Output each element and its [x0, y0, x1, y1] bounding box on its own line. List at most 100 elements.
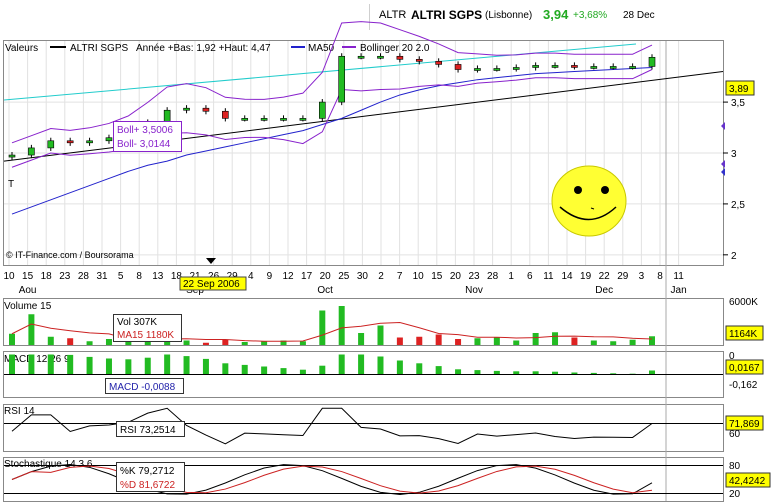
candle-body [415, 59, 423, 62]
candle-body [512, 67, 520, 70]
x-tick-label: 10 [413, 271, 425, 282]
volume-ymax: 6000K [729, 297, 758, 308]
x-tick-label: 18 [41, 271, 53, 282]
x-tick-label: 28 [78, 271, 90, 282]
volume-bar [67, 338, 74, 345]
volume-title: Volume 15 [4, 301, 52, 312]
candle-body [493, 68, 501, 71]
bollinger-upper-line [11, 21, 653, 144]
macd-bar [455, 369, 462, 375]
candle-body [47, 140, 55, 149]
x-tick-label: 4 [248, 271, 254, 282]
candle-body [183, 107, 190, 111]
volume-bar [610, 341, 617, 345]
candle-body [396, 55, 404, 60]
candle-body [474, 68, 481, 71]
candle-body [571, 65, 578, 68]
x-month-label: Oct [317, 285, 333, 296]
volume-bar [299, 341, 306, 345]
macd-bar [299, 369, 306, 375]
x-tick-label: 28 [487, 271, 499, 282]
x-month-label: Dec [595, 285, 613, 296]
x-tick-label: 3 [639, 271, 645, 282]
volume-bar [493, 337, 500, 345]
macd-bar [47, 354, 54, 375]
volume-ma15-value: MA15 1180K [117, 330, 174, 341]
x-month-label: Nov [465, 285, 483, 296]
candle-body [222, 110, 229, 119]
candle-body [28, 147, 35, 156]
x-tick-label: 6 [527, 271, 533, 282]
candle-body [377, 55, 384, 59]
volume-current-value: 1164K [729, 329, 758, 340]
candle-body [280, 118, 287, 121]
stoch-d-value: %D 81,6722 [120, 480, 175, 491]
candle-body [260, 118, 268, 121]
volume-bar [552, 332, 559, 345]
chart-credit: © IT-Finance.com / Boursorama [6, 250, 134, 260]
trend-line-lower [3, 71, 724, 162]
chart-canvas: Valeurs ALTRI SGPS Année +Bas: 1,92 +Hau… [3, 21, 771, 502]
volume-bar [455, 339, 462, 345]
x-month-label: Jan [671, 285, 687, 296]
x-tick-label: 1 [508, 271, 514, 282]
volume-bar [9, 333, 15, 345]
stoch-y80: 80 [729, 461, 741, 472]
candle-body [609, 66, 617, 69]
candle-body [299, 118, 307, 121]
trend-marker-label: T [8, 179, 14, 190]
x-tick-label: 8 [136, 271, 142, 282]
x-tick-label: 29 [617, 271, 629, 282]
macd-bar [319, 365, 326, 375]
volume-bar [571, 337, 578, 345]
x-tick-label: 5 [118, 271, 124, 282]
candle-body [435, 61, 442, 65]
x-tick-label: 19 [580, 271, 592, 282]
x-tick-label: 20 [450, 271, 462, 282]
volume-bar [202, 342, 209, 345]
macd-bar [9, 354, 15, 375]
x-tick-label: 22 [599, 271, 611, 282]
volume-bar [649, 336, 655, 345]
macd-bar [338, 354, 345, 375]
volume-bar [474, 338, 481, 345]
x-tick-label: 14 [561, 271, 573, 282]
candle-body [590, 66, 598, 69]
macd-bar [493, 370, 500, 375]
x-tick-label: 31 [96, 271, 108, 282]
macd-bar [396, 360, 403, 375]
selected-date-label: 22 Sep 2006 [183, 279, 240, 290]
bollinger-upper-value: Boll+ 3,5006 [117, 125, 173, 136]
macd-bar [261, 366, 268, 375]
macd-bar [435, 366, 442, 375]
x-tick-label: 12 [282, 271, 294, 282]
x-tick-label: 30 [357, 271, 369, 282]
candle-body [202, 107, 210, 112]
y-tick-label: 3 [731, 149, 737, 160]
rsi-value: RSI 73,2514 [120, 425, 176, 436]
candle-body [629, 66, 636, 69]
macd-bar [144, 357, 151, 375]
volume-bar [416, 336, 423, 345]
macd-bar [125, 359, 132, 375]
volume-bar [47, 336, 54, 345]
x-tick-label: 7 [397, 271, 403, 282]
macd-bar [28, 354, 35, 375]
volume-bar [183, 340, 190, 345]
candle-body [105, 137, 113, 142]
x-tick-label: 20 [320, 271, 332, 282]
volume-bar [358, 333, 365, 345]
macd-value: MACD -0,0088 [109, 382, 176, 393]
x-tick-label: 25 [338, 271, 350, 282]
candle-body [357, 55, 365, 59]
candle-body [86, 140, 93, 144]
volume-bar [319, 310, 326, 345]
rsi-y60: 60 [729, 429, 741, 440]
legend-instrument: ALTRI SGPS [70, 43, 128, 54]
candle-body [551, 65, 559, 68]
x-tick-label: 13 [152, 271, 164, 282]
bollinger-lower-value: Boll- 3,0144 [117, 139, 171, 150]
candle-body [8, 154, 16, 158]
macd-bar [474, 370, 481, 375]
selected-date-pointer [206, 258, 216, 264]
